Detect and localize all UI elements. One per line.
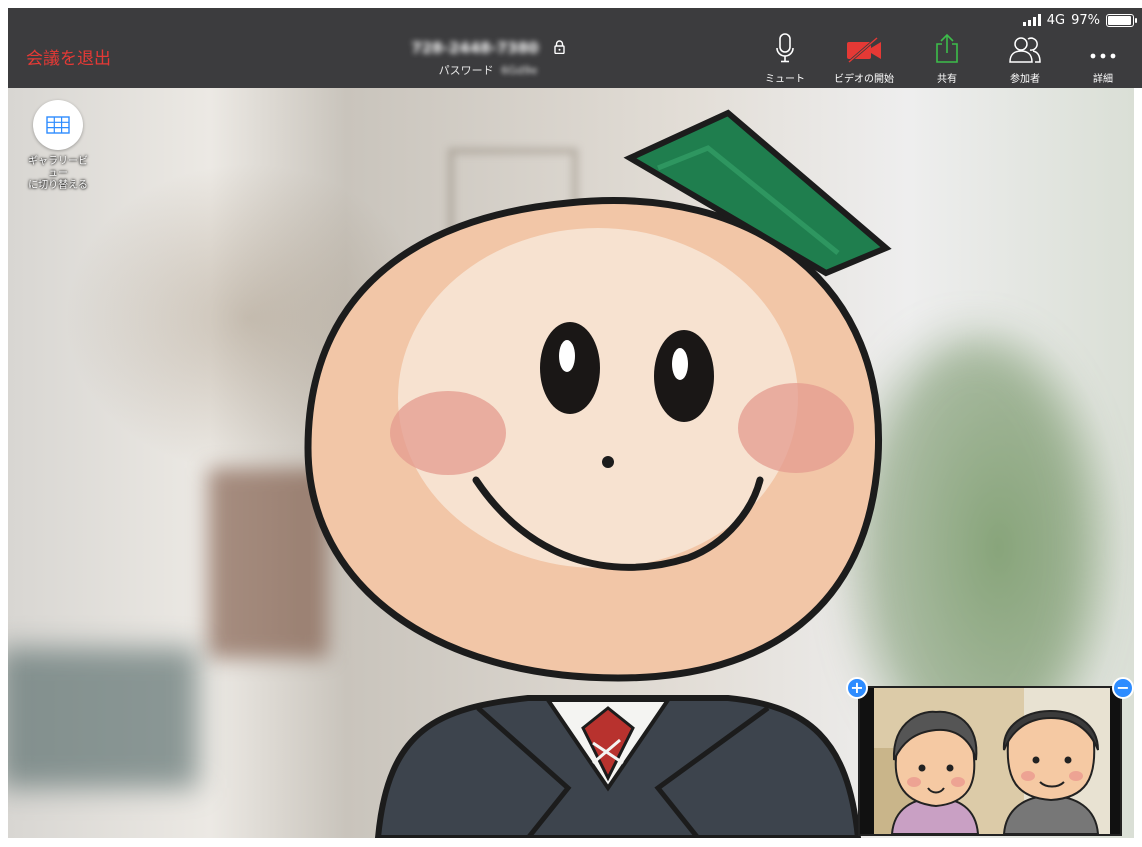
share-label: 共有	[937, 74, 957, 85]
video-off-icon	[845, 36, 883, 66]
thumbnail-expand-button[interactable]: +	[846, 677, 868, 699]
more-button[interactable]: 詳細	[1064, 36, 1142, 85]
self-view-thumbnail[interactable]	[858, 686, 1122, 836]
battery-icon	[1106, 13, 1137, 27]
share-icon	[935, 33, 959, 66]
battery-percent: 97%	[1071, 12, 1100, 28]
leave-meeting-button[interactable]: 会議を退出	[26, 44, 111, 69]
more-icon	[1089, 49, 1117, 66]
thumbnail-minimize-button[interactable]: −	[1112, 677, 1134, 699]
more-label: 詳細	[1093, 74, 1113, 85]
lock-icon	[553, 39, 565, 58]
share-button[interactable]: 共有	[908, 33, 986, 85]
meeting-toolbar: 4G 97% 会議を退出 728-2448-7380 パスワード 6Gd9e ミ…	[8, 8, 1142, 88]
password-value: 6Gd9e	[501, 64, 538, 77]
participants-icon	[1008, 35, 1042, 66]
gallery-view-label: ギャラリービ ュー に切り替える	[28, 156, 88, 191]
start-video-button[interactable]: ビデオの開始	[820, 36, 908, 85]
mute-label: ミュート	[765, 74, 805, 85]
toolbar-actions: ミュート ビデオの開始 共有 参加者 詳細	[750, 33, 1142, 85]
thumbnail-video	[874, 688, 1110, 834]
meeting-id: 728-2448-7380	[411, 39, 539, 57]
participants-illustration	[874, 688, 1110, 834]
switch-to-gallery-view-button[interactable]: ギャラリービ ュー に切り替える	[18, 100, 98, 192]
gallery-view-icon	[33, 100, 83, 150]
signal-icon	[1022, 14, 1041, 26]
start-video-label: ビデオの開始	[834, 74, 894, 85]
network-type: 4G	[1046, 12, 1066, 28]
participants-button[interactable]: 参加者	[986, 36, 1064, 85]
status-bar: 4G 97%	[1022, 10, 1137, 30]
password-label: パスワード	[438, 64, 494, 77]
meeting-info[interactable]: 728-2448-7380 パスワード 6Gd9e	[388, 38, 588, 78]
mute-button[interactable]: ミュート	[750, 33, 820, 85]
microphone-icon	[776, 33, 794, 66]
participants-label: 参加者	[1010, 74, 1040, 85]
